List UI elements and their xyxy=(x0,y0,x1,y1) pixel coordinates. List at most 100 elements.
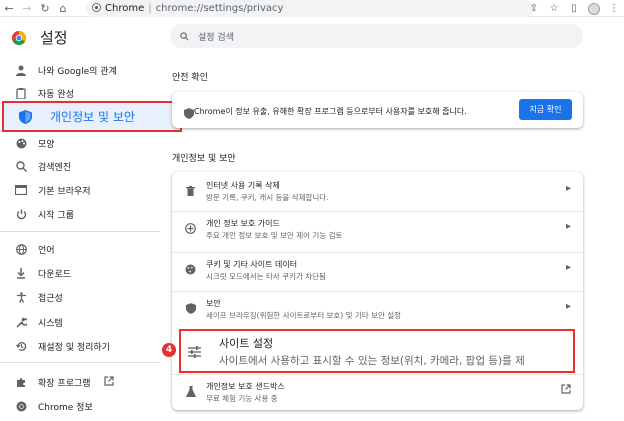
home-icon[interactable]: ⌂ xyxy=(54,0,72,17)
globe-icon xyxy=(14,242,28,256)
chrome-icon xyxy=(14,399,28,413)
safety-check-card: Chrome이 정보 유출, 유해한 확장 프로그램 등으로부터 사용자를 보호… xyxy=(172,92,583,128)
row-security[interactable]: 보안 세이프 브라우징(위험한 사이트로부터 보호) 및 기타 보안 설정 ▸ xyxy=(172,291,583,324)
row-privacy-sandbox[interactable]: 개인정보 보호 샌드박스 무료 체험 기능 사용 중 xyxy=(172,374,583,407)
star-icon[interactable]: ☆ xyxy=(544,0,564,17)
accessibility-icon xyxy=(14,290,28,304)
row-privacy-guide[interactable]: 개인 정보 보호 가이드 주요 개인 정보 보호 및 보안 제어 기능 검토 ▸ xyxy=(172,211,583,244)
row-subtitle: 주요 개인 정보 보호 및 보안 제어 기능 검토 xyxy=(206,231,343,240)
clipboard-icon xyxy=(14,86,28,100)
search-icon xyxy=(14,159,28,173)
sidebar-item-label: 자동 완성 xyxy=(38,89,74,100)
chevron-right-icon: ▸ xyxy=(565,301,571,312)
sidebar-item-label: 접근성 xyxy=(38,293,63,304)
chrome-icon xyxy=(92,2,101,15)
guide-icon xyxy=(184,222,197,235)
share-icon[interactable]: ⇪ xyxy=(524,0,544,17)
person-icon xyxy=(14,63,28,77)
sidebar-item-label: 시스템 xyxy=(38,318,63,329)
wrench-icon xyxy=(14,315,28,329)
sidebar-item-label: 기본 브라우저 xyxy=(38,186,91,197)
chrome-logo-icon xyxy=(12,30,26,45)
address-bar[interactable]: Chrome | chrome://settings/privacy xyxy=(86,0,534,17)
reload-icon[interactable]: ↻ xyxy=(36,0,54,17)
check-now-button[interactable]: 지금 확인 xyxy=(519,99,572,120)
sidebar-item-label: Chrome 정보 xyxy=(38,402,93,413)
sidebar-item-label: 나와 Google의 관계 xyxy=(38,66,117,77)
privacy-heading: 개인정보 및 보안 xyxy=(172,154,236,164)
sidebar-item-downloads[interactable]: 다운로드 xyxy=(0,261,160,285)
back-arrow-icon[interactable]: ← xyxy=(0,0,18,17)
palette-icon xyxy=(14,136,28,150)
row-title: 사이트 설정 xyxy=(219,337,274,350)
sidebar-item-label: 언어 xyxy=(38,245,55,256)
sidebar-item-appearance[interactable]: 모양 xyxy=(0,131,160,155)
more-menu-icon[interactable]: ⋮ xyxy=(604,0,624,17)
row-cookies[interactable]: 쿠키 및 기타 사이트 데이터 시크릿 모드에서는 타사 쿠키가 차단됨 ▸ xyxy=(172,252,583,285)
trash-icon xyxy=(184,184,197,197)
sidebar-item-system[interactable]: 시스템 xyxy=(0,310,160,334)
sidebar-item-languages[interactable]: 언어 xyxy=(0,237,160,261)
url-separator: | xyxy=(148,3,152,14)
privacy-card: 인터넷 사용 기록 삭제 방문 기록, 쿠키, 캐시 등을 삭제합니다. ▸ 개… xyxy=(172,172,583,410)
chevron-right-icon: ▸ xyxy=(565,221,571,232)
sidebar-item-label: 검색엔진 xyxy=(38,162,72,173)
history-icon xyxy=(14,339,28,353)
search-icon xyxy=(180,31,189,40)
cookie-icon xyxy=(184,263,197,276)
safety-check-heading: 안전 확인 xyxy=(172,73,208,83)
row-title: 인터넷 사용 기록 삭제 xyxy=(206,181,280,190)
sidebar-item-label: 확장 프로그램 xyxy=(38,378,91,389)
power-icon xyxy=(14,207,28,221)
sidebar-item-on-startup[interactable]: 시작 그룹 xyxy=(0,202,160,226)
safety-check-text: Chrome이 정보 유출, 유해한 확장 프로그램 등으로부터 사용자를 보호… xyxy=(194,107,467,116)
search-input[interactable]: 설정 검색 xyxy=(170,24,583,48)
row-title: 보안 xyxy=(206,299,221,308)
row-subtitle: 무료 체험 기능 사용 중 xyxy=(206,394,278,403)
row-title: 개인정보 보호 샌드박스 xyxy=(206,382,285,391)
sidebar-item-label: 재설정 및 정리하기 xyxy=(38,342,110,353)
browser-icon xyxy=(14,183,28,197)
sidebar-item-label: 다운로드 xyxy=(38,269,72,280)
site-name: Chrome xyxy=(105,3,145,14)
forward-arrow-icon[interactable]: → xyxy=(18,0,36,17)
flask-icon xyxy=(184,385,197,398)
sidebar-item-extensions[interactable]: 확장 프로그램 xyxy=(0,370,160,394)
sliders-icon xyxy=(188,343,201,362)
sidebar-item-about-chrome[interactable]: Chrome 정보 xyxy=(0,394,160,418)
sidebar-item-label: 개인정보 및 보안 xyxy=(50,110,135,124)
row-subtitle: 방문 기록, 쿠키, 캐시 등을 삭제합니다. xyxy=(206,193,329,202)
row-title: 쿠키 및 기타 사이트 데이터 xyxy=(206,260,298,269)
browser-toolbar: ← → ↻ ⌂ Chrome | chrome://settings/priva… xyxy=(0,0,624,17)
row-title: 개인 정보 보호 가이드 xyxy=(206,219,280,228)
profile-avatar[interactable] xyxy=(584,0,604,17)
sidebar-divider xyxy=(0,362,160,363)
shield-icon xyxy=(184,104,194,123)
sidebar-item-default-browser[interactable]: 기본 브라우저 xyxy=(0,178,160,202)
row-subtitle: 사이트에서 사용하고 표시할 수 있는 정보(위치, 카메라, 팝업 등)를 제 xyxy=(219,355,525,367)
row-site-settings[interactable]: 사이트 설정 사이트에서 사용하고 표시할 수 있는 정보(위치, 카메라, 팝… xyxy=(179,329,575,373)
sidebar-item-reset[interactable]: 재설정 및 정리하기 xyxy=(0,334,160,358)
sidebar-item-you-and-google[interactable]: 나와 Google의 관계 xyxy=(0,58,160,82)
sidebar: 나와 Google의 관계 자동 완성 개인정보 및 보안 모양 검색엔진 기본… xyxy=(0,56,182,421)
puzzle-icon xyxy=(14,375,28,389)
search-placeholder: 설정 검색 xyxy=(198,32,234,43)
sidebar-item-search-engine[interactable]: 검색엔진 xyxy=(0,154,160,178)
external-link-icon xyxy=(561,384,571,397)
shield-icon xyxy=(184,302,197,315)
page-title: 설정 xyxy=(40,29,68,47)
row-clear-browsing-data[interactable]: 인터넷 사용 기록 삭제 방문 기록, 쿠키, 캐시 등을 삭제합니다. ▸ xyxy=(172,174,583,207)
row-subtitle: 시크릿 모드에서는 타사 쿠키가 차단됨 xyxy=(206,272,326,281)
shield-icon xyxy=(18,109,32,124)
side-panel-icon[interactable]: ▯ xyxy=(564,0,584,17)
sidebar-item-label: 모양 xyxy=(38,139,55,150)
url-text: chrome://settings/privacy xyxy=(155,3,284,14)
step-badge-4: 4 xyxy=(162,343,176,357)
chevron-right-icon: ▸ xyxy=(565,183,571,194)
sidebar-item-privacy-security[interactable]: 개인정보 및 보안 xyxy=(2,101,182,132)
sidebar-item-accessibility[interactable]: 접근성 xyxy=(0,285,160,309)
download-icon xyxy=(14,266,28,280)
chevron-right-icon: ▸ xyxy=(565,262,571,273)
sidebar-divider xyxy=(0,231,160,232)
row-subtitle: 세이프 브라우징(위험한 사이트로부터 보호) 및 기타 보안 설정 xyxy=(206,311,402,320)
